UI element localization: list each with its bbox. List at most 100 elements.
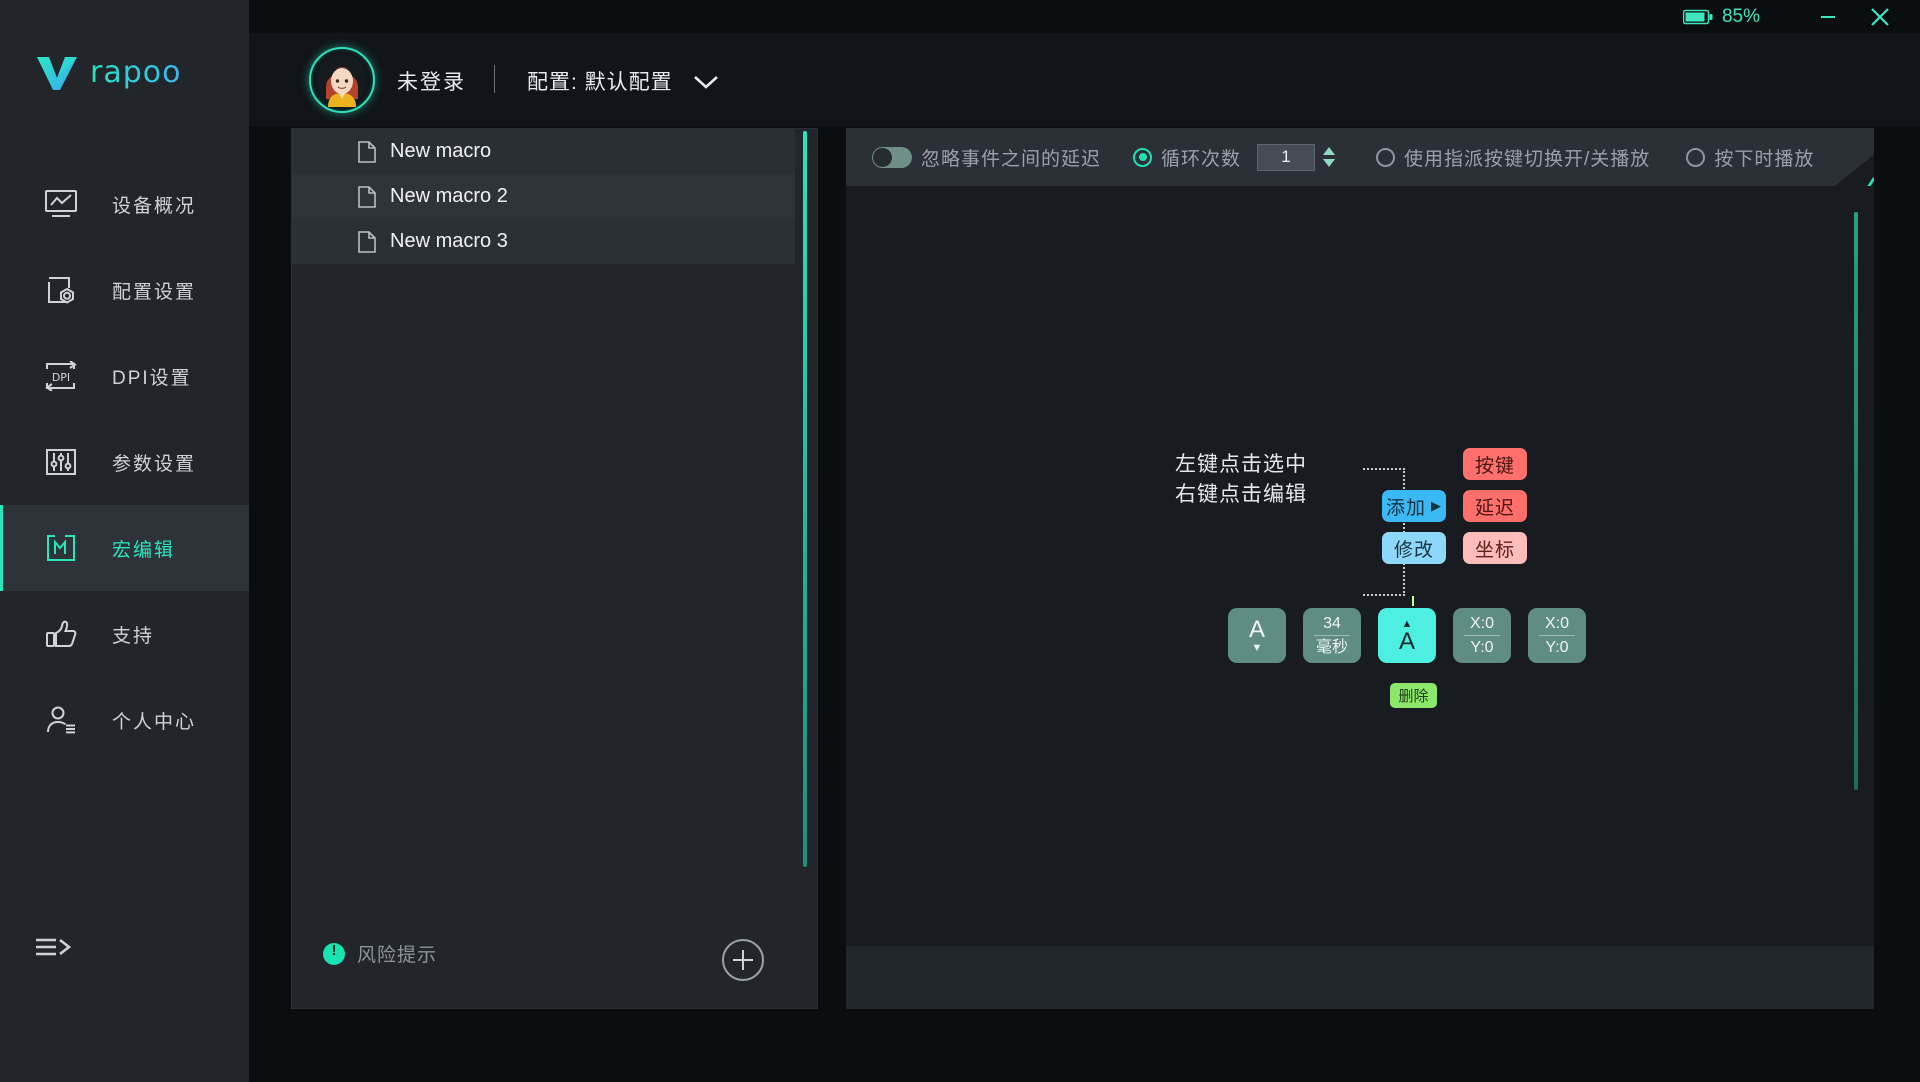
delay-type-label: 延迟 bbox=[1474, 497, 1515, 519]
battery-percent: 85% bbox=[1721, 5, 1760, 27]
delete-event-label: 删除 bbox=[1398, 688, 1429, 705]
editor-scrollbar[interactable] bbox=[1854, 212, 1858, 790]
rapoo-v-logo-icon bbox=[37, 57, 77, 90]
toggle-play-radio[interactable] bbox=[1376, 147, 1396, 167]
modify-action-button[interactable]: 修改 bbox=[1382, 532, 1446, 564]
stepper-down-icon[interactable] bbox=[1322, 158, 1336, 168]
list-item[interactable]: New macro 3 bbox=[292, 219, 795, 264]
risk-notice-label: 风险提示 bbox=[357, 945, 438, 966]
coordinate-type-button[interactable]: 坐标 bbox=[1463, 532, 1527, 564]
sidebar-item-label: 支持 bbox=[112, 625, 155, 647]
macro-list-panel: New macro New macro 2 New macro 3 风险提示 bbox=[291, 128, 818, 1009]
event-card-coordinate[interactable]: X:0 Y:0 bbox=[1528, 608, 1586, 663]
ignore-delay-toggle[interactable] bbox=[872, 146, 912, 168]
event-card-key-press[interactable]: ▲ A bbox=[1378, 608, 1436, 663]
key-type-button[interactable]: 按键 bbox=[1463, 448, 1527, 480]
brand-logo: rapoo bbox=[34, 52, 181, 92]
macro-name: New macro bbox=[390, 140, 492, 162]
loop-count-group[interactable]: 循环次数 1 bbox=[1133, 143, 1336, 171]
event-key: A bbox=[1398, 627, 1415, 655]
macro-name: New macro 2 bbox=[390, 185, 508, 207]
minimize-button[interactable] bbox=[1802, 0, 1854, 33]
delay-unit: 毫秒 bbox=[1315, 639, 1348, 656]
ignore-delay-label: 忽略事件之间的延迟 bbox=[921, 148, 1102, 170]
delete-connector bbox=[1412, 596, 1414, 606]
press-play-radio[interactable] bbox=[1686, 147, 1706, 167]
macro-list-scrollbar[interactable] bbox=[803, 131, 807, 867]
list-item[interactable]: New macro 2 bbox=[292, 174, 795, 219]
event-card-key-release[interactable]: A ▼ bbox=[1228, 608, 1286, 663]
loop-count-radio[interactable] bbox=[1133, 147, 1153, 167]
sidebar-item-user-center[interactable]: 个人中心 bbox=[0, 677, 249, 763]
user-avatar-icon bbox=[316, 54, 368, 107]
coordinate-type-label: 坐标 bbox=[1474, 539, 1515, 561]
loop-count-stepper[interactable] bbox=[1322, 146, 1336, 168]
menu-expand-icon[interactable] bbox=[34, 935, 74, 968]
add-macro-button[interactable] bbox=[722, 939, 764, 981]
event-card-delay[interactable]: 34 毫秒 bbox=[1303, 608, 1361, 663]
sidebar: rapoo 设备概况 配置设置 DPI DPI设置 参数设置 宏编辑 支持 个人… bbox=[0, 0, 249, 1082]
app-window: rapoo 设备概况 配置设置 DPI DPI设置 参数设置 宏编辑 支持 个人… bbox=[0, 0, 1920, 1082]
sidebar-item-label: 设备概况 bbox=[112, 195, 197, 217]
event-key: A bbox=[1248, 615, 1265, 643]
sidebar-item-parameter-settings[interactable]: 参数设置 bbox=[0, 419, 249, 505]
editor-footer-bar bbox=[846, 946, 1874, 1009]
macro-name: New macro 3 bbox=[390, 230, 508, 252]
coordinate-y: Y:0 bbox=[1545, 639, 1569, 656]
sidebar-item-device-overview[interactable]: 设备概况 bbox=[0, 161, 249, 247]
sidebar-nav: 设备概况 配置设置 DPI DPI设置 参数设置 宏编辑 支持 个人中心 bbox=[0, 161, 249, 763]
key-release-marker-icon: ▼ bbox=[1251, 641, 1263, 654]
press-play-group[interactable]: 按下时播放 bbox=[1686, 144, 1814, 171]
file-icon bbox=[358, 230, 376, 253]
loop-count-label: 循环次数 bbox=[1161, 148, 1242, 170]
avatar[interactable] bbox=[309, 47, 375, 113]
battery-icon bbox=[1682, 9, 1713, 24]
sidebar-item-macro-editor[interactable]: 宏编辑 bbox=[0, 505, 249, 591]
coordinate-x: X:0 bbox=[1469, 615, 1494, 632]
macro-editor-panel: 忽略事件之间的延迟 循环次数 1 使用指派按键切换开/关播放 按下时播放 bbox=[846, 128, 1874, 1009]
sidebar-item-support[interactable]: 支持 bbox=[0, 591, 249, 677]
user-center-icon bbox=[32, 705, 90, 735]
editor-toolbar: 忽略事件之间的延迟 循环次数 1 使用指派按键切换开/关播放 按下时播放 bbox=[846, 128, 1874, 186]
toggle-play-group[interactable]: 使用指派按键切换开/关播放 bbox=[1376, 144, 1650, 171]
login-status[interactable]: 未登录 bbox=[397, 66, 466, 96]
sidebar-item-label: 配置设置 bbox=[112, 281, 197, 303]
toggle-play-label: 使用指派按键切换开/关播放 bbox=[1404, 148, 1651, 170]
warning-circle-icon bbox=[323, 942, 345, 965]
macro-list: New macro New macro 2 New macro 3 bbox=[292, 129, 795, 264]
sidebar-item-label: 个人中心 bbox=[112, 711, 197, 733]
macro-event-list: A ▼ 34 毫秒 ▲ A X:0 Y:0 X:0 Y:0 bbox=[1228, 608, 1586, 663]
dpi-settings-icon: DPI bbox=[32, 361, 90, 391]
add-action-button[interactable]: 添加 ▶ bbox=[1382, 490, 1446, 522]
parameter-settings-icon bbox=[32, 447, 90, 477]
sidebar-item-dpi-settings[interactable]: DPI DPI设置 bbox=[0, 333, 249, 419]
hint-line-2: 右键点击编辑 bbox=[1175, 483, 1307, 506]
press-play-label: 按下时播放 bbox=[1714, 148, 1815, 170]
sidebar-item-config-settings[interactable]: 配置设置 bbox=[0, 247, 249, 333]
svg-text:DPI: DPI bbox=[52, 371, 70, 384]
sidebar-item-label: 参数设置 bbox=[112, 453, 197, 475]
file-icon bbox=[358, 185, 376, 208]
delay-value: 34 bbox=[1323, 615, 1341, 632]
delete-event-button[interactable]: 删除 bbox=[1390, 683, 1437, 708]
chevron-down-icon[interactable] bbox=[692, 73, 720, 96]
macro-event-canvas[interactable] bbox=[846, 186, 1874, 946]
editor-hint-text: 左键点击选中 右键点击编辑 bbox=[1175, 450, 1307, 510]
ignore-delay-group[interactable]: 忽略事件之间的延迟 bbox=[872, 144, 1101, 171]
window-controls: 85% bbox=[1682, 0, 1920, 33]
support-thumbs-up-icon bbox=[32, 618, 90, 650]
device-overview-icon bbox=[32, 189, 90, 219]
loop-count-input[interactable]: 1 bbox=[1257, 143, 1316, 171]
delay-type-button[interactable]: 延迟 bbox=[1463, 490, 1527, 522]
macro-editor-icon bbox=[32, 533, 90, 563]
close-button[interactable] bbox=[1854, 0, 1906, 33]
coordinate-y: Y:0 bbox=[1470, 639, 1494, 656]
risk-notice[interactable]: 风险提示 bbox=[323, 940, 437, 967]
file-icon bbox=[358, 140, 376, 163]
stepper-up-icon[interactable] bbox=[1322, 146, 1336, 156]
list-item[interactable]: New macro bbox=[292, 129, 795, 174]
profile-selector-label[interactable]: 配置: 默认配置 bbox=[527, 66, 673, 96]
app-header: 未登录 配置: 默认配置 bbox=[249, 33, 1920, 126]
sidebar-item-label: 宏编辑 bbox=[112, 539, 176, 561]
event-card-coordinate[interactable]: X:0 Y:0 bbox=[1453, 608, 1511, 663]
